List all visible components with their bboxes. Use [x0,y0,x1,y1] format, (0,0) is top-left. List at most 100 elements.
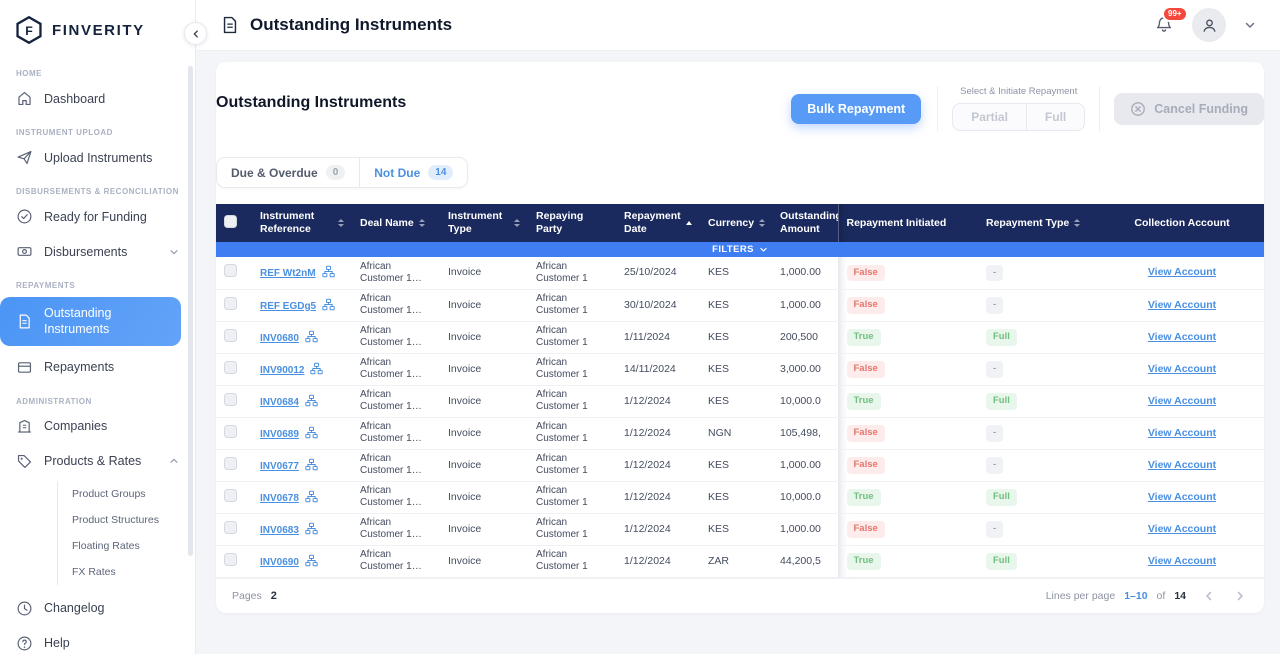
repayment-type-cell: - [978,449,1100,481]
tab-due-and-overdue[interactable]: Due & Overdue 0 [217,158,359,187]
repayment-initiated-badge: False [847,457,885,474]
sidebar-subitem-product-groups[interactable]: Product Groups [58,481,195,507]
sidebar-item-ready-for-funding[interactable]: Ready for Funding [0,199,195,234]
instrument-reference-link[interactable]: INV90012 [260,365,304,376]
sidebar-collapse-button[interactable] [184,22,207,45]
row-checkbox[interactable] [224,553,237,566]
row-select-cell [216,513,252,545]
outstanding-amount-cell: 1,000.00 [772,257,838,289]
instrument-reference-link[interactable]: INV0678 [260,493,299,504]
currency-cell: KES [700,481,772,513]
table-row: INV90012African Customer 1 ID...InvoiceA… [216,353,1264,385]
instrument-reference-link[interactable]: REF Wt2nM [260,268,316,279]
instrument-reference-link[interactable]: INV0689 [260,429,299,440]
filters-bar[interactable]: FILTERS [216,242,1264,257]
col-repaying-party[interactable]: Repaying Party [528,204,616,242]
user-avatar[interactable] [1192,8,1226,42]
select-all-checkbox[interactable] [224,215,237,228]
hierarchy-icon [305,554,318,567]
column-label: Outstanding Amount [780,210,838,236]
sidebar-item-disbursements[interactable]: Disbursements [0,234,195,269]
col-instrument-reference[interactable]: Instrument Reference [252,204,352,242]
sidebar-item-products-and-rates[interactable]: Products & Rates [0,444,195,479]
repayment-initiated-badge: True [847,489,881,506]
sidebar-subitem-product-structures[interactable]: Product Structures [58,507,195,533]
col-outstanding-amount[interactable]: Outstanding Amount [772,204,838,242]
view-account-link[interactable]: View Account [1148,299,1216,311]
deal-name-cell: African Customer 1 ID... [352,481,440,513]
due-status-tabs: Due & Overdue 0 Not Due 14 [216,157,468,188]
view-account-link[interactable]: View Account [1148,459,1216,471]
repayment-type-cell: Full [978,385,1100,417]
col-instrument-type[interactable]: Instrument Type [440,204,528,242]
tag-icon [16,453,33,470]
sidebar-item-help[interactable]: Help [0,626,195,654]
row-select-cell [216,385,252,417]
repayment-date-cell: 30/10/2024 [616,289,700,321]
row-checkbox[interactable] [224,457,237,470]
row-checkbox[interactable] [224,425,237,438]
notifications-bell-icon[interactable]: 99+ [1154,15,1174,35]
col-deal-name[interactable]: Deal Name [352,204,440,242]
sidebar-item-dashboard[interactable]: Dashboard [0,81,195,116]
column-label: Repayment Initiated [847,217,947,230]
account-menu-chevron-icon[interactable] [1244,19,1256,31]
tab-not-due[interactable]: Not Due 14 [359,158,467,187]
col-repayment-initiated[interactable]: Repayment Initiated [838,204,978,242]
collection-account-cell: View Account [1100,449,1264,481]
sidebar-item-companies[interactable]: Companies [0,409,195,444]
previous-page-button[interactable] [1201,588,1217,604]
page-content: Outstanding Instruments Bulk Repayment S… [196,50,1280,654]
partial-button[interactable]: Partial [952,103,1027,131]
repayment-date-cell: 1/12/2024 [616,513,700,545]
row-checkbox[interactable] [224,361,237,374]
sidebar-subitem-floating-rates[interactable]: Floating Rates [58,533,195,559]
instrument-reference-link[interactable]: REF EGDg5 [260,301,316,312]
row-checkbox[interactable] [224,329,237,342]
current-page-number: 2 [271,590,277,602]
row-checkbox[interactable] [224,264,237,277]
full-button[interactable]: Full [1027,103,1085,131]
col-currency[interactable]: Currency [700,204,772,242]
col-repayment-type[interactable]: Repayment Type [978,204,1100,242]
view-account-link[interactable]: View Account [1148,331,1216,343]
table-row: INV0684African Customer 1 ID...InvoiceAf… [216,385,1264,417]
deal-name-cell: African Customer 1 ID... [352,353,440,385]
currency-cell: KES [700,289,772,321]
sidebar-item-outstanding-instruments[interactable]: Outstanding Instruments [0,297,181,346]
instrument-reference-link[interactable]: INV0683 [260,525,299,536]
view-account-link[interactable]: View Account [1148,555,1216,567]
view-account-link[interactable]: View Account [1148,523,1216,535]
row-select-cell [216,417,252,449]
col-collection-account[interactable]: Collection Account [1100,204,1264,242]
view-account-link[interactable]: View Account [1148,491,1216,503]
view-account-link[interactable]: View Account [1148,266,1216,278]
cancel-funding-label: Cancel Funding [1154,102,1248,116]
row-checkbox[interactable] [224,393,237,406]
instrument-reference-link[interactable]: INV0680 [260,333,299,344]
view-account-link[interactable]: View Account [1148,427,1216,439]
row-checkbox[interactable] [224,489,237,502]
sidebar-item-changelog[interactable]: Changelog [0,591,195,626]
view-account-link[interactable]: View Account [1148,363,1216,375]
view-account-link[interactable]: View Account [1148,395,1216,407]
instrument-reference-link[interactable]: INV0690 [260,557,299,568]
instrument-reference-cell: INV0677 [252,449,352,481]
instrument-reference-link[interactable]: INV0677 [260,461,299,472]
sidebar-item-label: Disbursements [44,245,127,259]
currency-cell: KES [700,257,772,289]
sidebar-scrollbar[interactable] [188,66,193,556]
cancel-funding-button[interactable]: Cancel Funding [1114,93,1264,125]
instrument-reference-link[interactable]: INV0684 [260,397,299,408]
lines-per-page-value[interactable]: 1–10 [1124,590,1147,602]
sidebar-item-upload-instruments[interactable]: Upload Instruments [0,140,195,175]
next-page-button[interactable] [1232,588,1248,604]
repayment-type-badge: Full [986,329,1017,346]
row-checkbox[interactable] [224,521,237,534]
col-repayment-date[interactable]: Repayment Date [616,204,700,242]
bulk-repayment-button[interactable]: Bulk Repayment [791,94,921,124]
sidebar-subitem-fx-rates[interactable]: FX Rates [58,559,195,585]
sidebar-item-repayments[interactable]: Repayments [0,350,195,385]
repayment-mode-segmented-control: Partial Full [952,103,1085,131]
row-checkbox[interactable] [224,297,237,310]
